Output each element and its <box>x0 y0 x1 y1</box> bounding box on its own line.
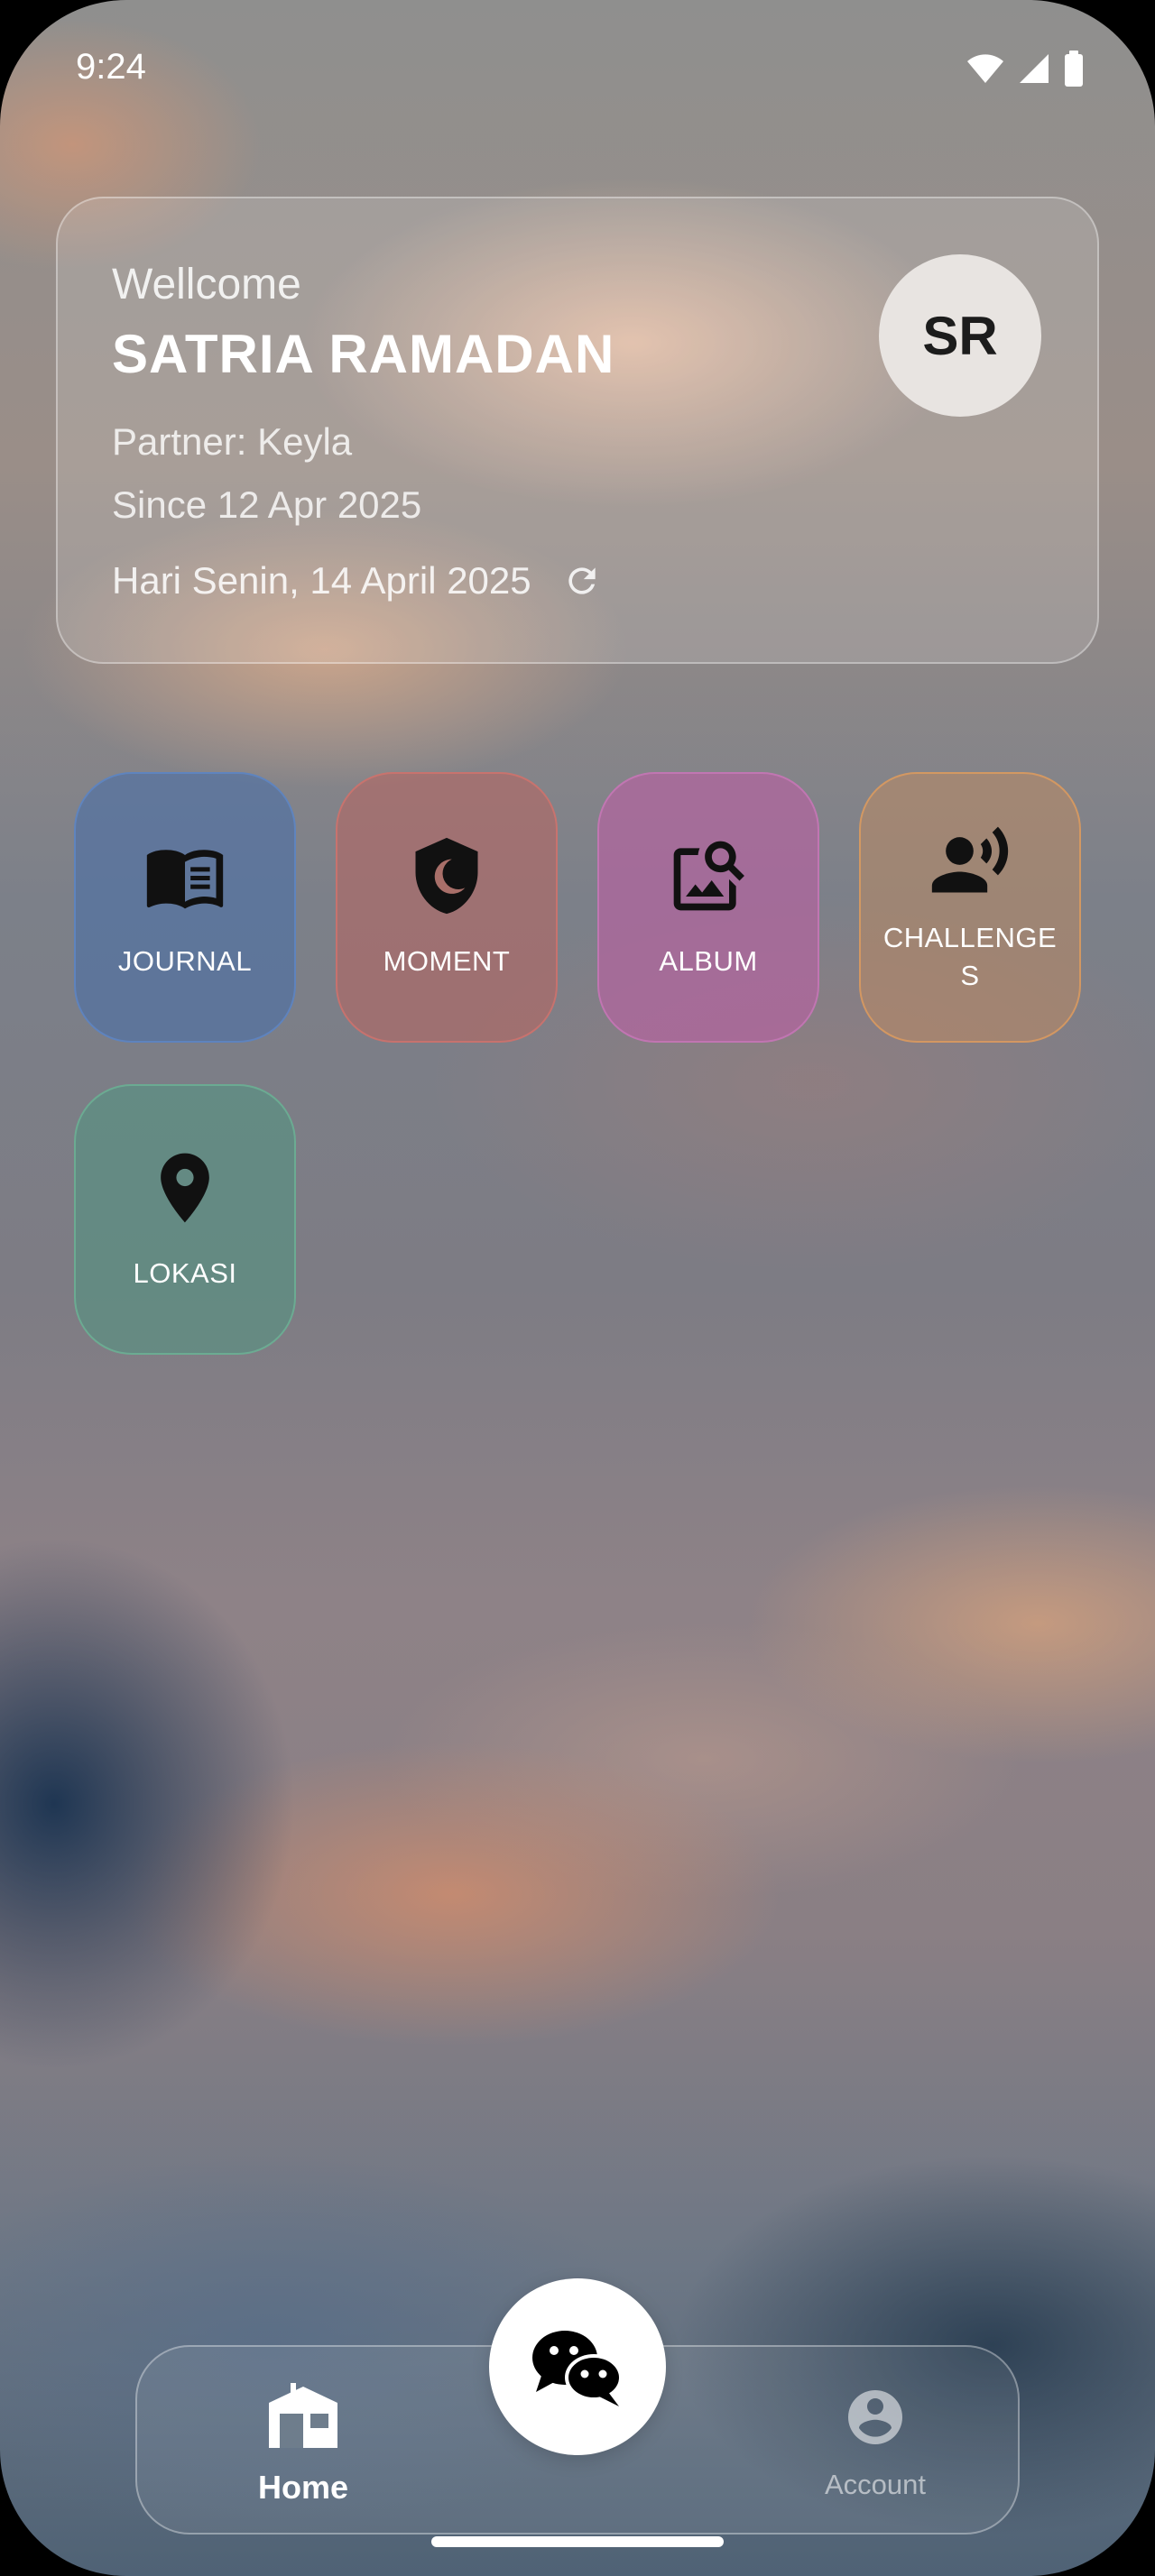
home-icon <box>269 2383 337 2448</box>
menu-moment-tile[interactable]: MOMENT <box>336 772 558 1043</box>
date-row: Hari Senin, 14 April 2025 <box>112 559 602 603</box>
menu-lokasi-tile[interactable]: LOKASI <box>74 1084 296 1355</box>
refresh-icon[interactable] <box>562 561 602 601</box>
menu-challenges-tile[interactable]: CHALLENGE S <box>859 772 1081 1043</box>
menu-journal-tile[interactable]: JOURNAL <box>74 772 296 1043</box>
menu-lokasi-label: LOKASI <box>133 1257 237 1289</box>
account-icon <box>848 2390 902 2444</box>
battery-icon <box>1065 51 1083 87</box>
greeting-text: Wellcome <box>112 261 301 308</box>
partner-text: Partner: Keyla <box>112 420 353 463</box>
avatar[interactable]: SR <box>879 254 1041 417</box>
person-voice-icon <box>931 826 1009 893</box>
nav-account[interactable]: Account <box>796 2385 955 2501</box>
chat-button[interactable] <box>489 2278 666 2455</box>
menu-journal-label: JOURNAL <box>117 945 253 977</box>
user-name: SATRIA RAMADAN <box>112 324 615 384</box>
menu-moment-label: MOMENT <box>383 945 511 977</box>
shield-moon-icon <box>415 837 478 915</box>
image-search-icon <box>673 841 744 911</box>
signal-icon <box>1020 54 1049 83</box>
book-icon <box>146 850 224 909</box>
profile-card: Wellcome SATRIA RAMADAN Partner: Keyla S… <box>56 197 1099 664</box>
menu-album-tile[interactable]: ALBUM <box>597 772 819 1043</box>
nav-home[interactable]: Home <box>224 2383 383 2507</box>
menu-album-label: ALBUM <box>659 945 758 977</box>
status-time: 9:24 <box>76 47 146 87</box>
nav-account-label: Account <box>824 2469 926 2500</box>
since-text: Since 12 Apr 2025 <box>112 483 422 526</box>
date-text: Hari Senin, 14 April 2025 <box>112 559 531 602</box>
status-bar: 9:24 <box>0 0 1155 135</box>
nav-home-label: Home <box>257 2469 349 2506</box>
phone-screen: 9:24 Wellcome SATRIA RAMADAN Partner: Ke… <box>0 0 1155 2576</box>
wifi-icon <box>967 54 1003 83</box>
location-pin-icon <box>161 1153 209 1223</box>
status-icons <box>966 51 1085 87</box>
chat-bubbles-icon <box>532 2331 623 2406</box>
home-indicator <box>431 2536 724 2547</box>
menu-challenges-label: CHALLENGE S <box>882 922 1058 991</box>
